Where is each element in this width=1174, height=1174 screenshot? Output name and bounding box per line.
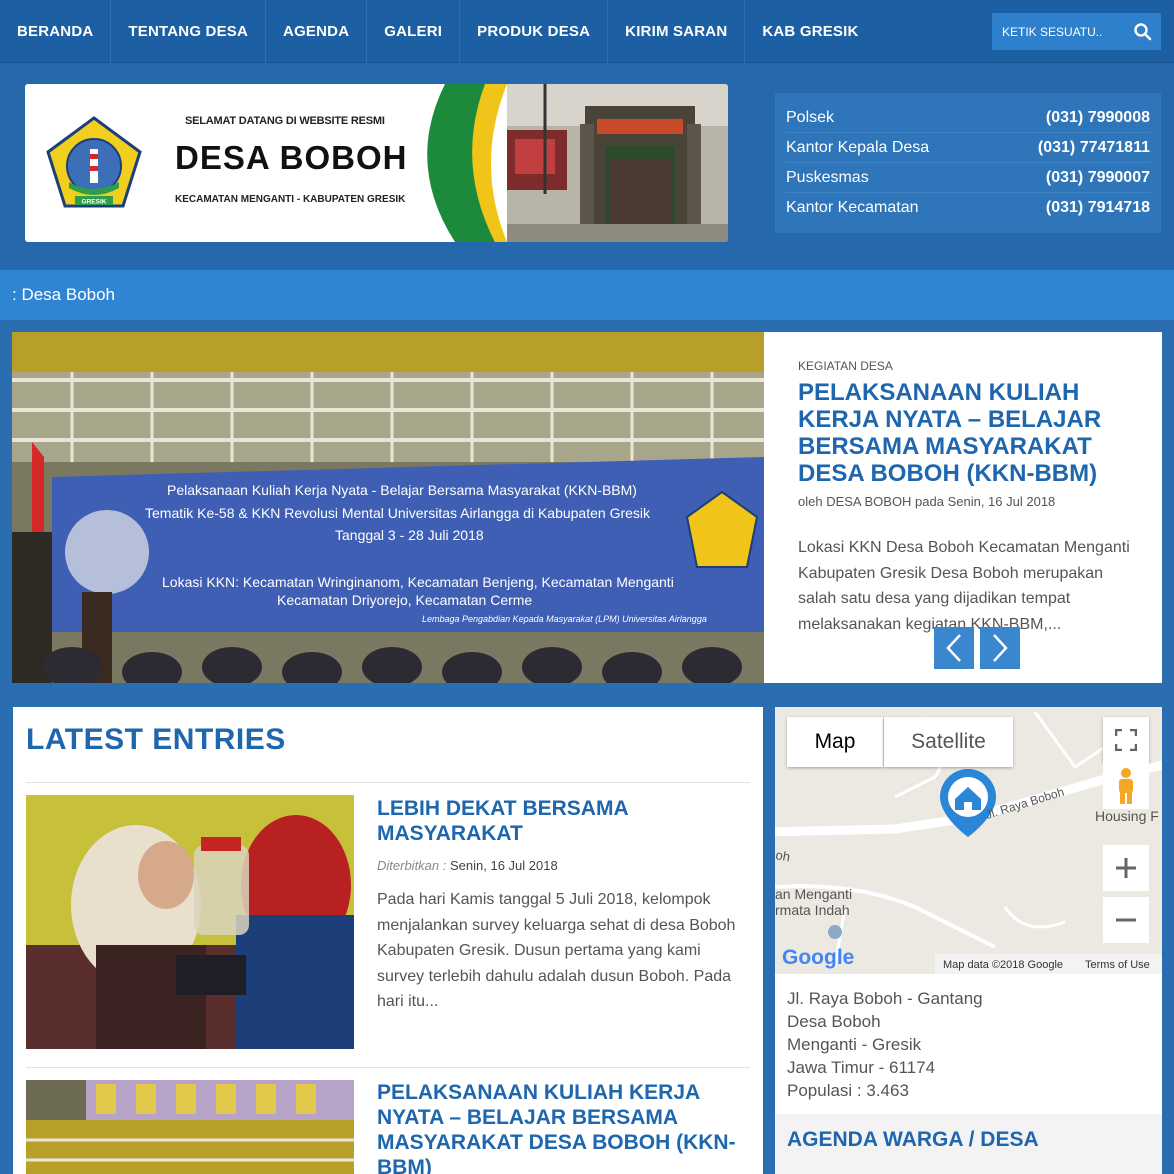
map-place-label: Housing F [1095,808,1159,824]
address-line: Jawa Timur - 61174 [787,1058,936,1077]
contact-phone[interactable]: (031) 77471811 [1038,139,1150,157]
gresik-logo: GRESIK [46,116,142,208]
search-input[interactable] [1002,24,1127,39]
entry-excerpt: Pada hari Kamis tanggal 5 Juli 2018, kel… [377,891,736,1010]
nav-item-agenda[interactable]: AGENDA [266,0,368,63]
contact-phone[interactable]: (031) 7990008 [1046,109,1150,127]
pegman-button[interactable] [1103,763,1149,809]
slide-banner-line: Pelaksanaan Kuliah Kerja Nyata - Belajar… [167,482,637,498]
minus-icon [1116,918,1136,922]
nav-item-kab-gresik[interactable]: KAB GRESIK [745,0,875,63]
slide-banner-line: Kecamatan Driyorejo, Kecamatan Cerme [277,592,532,608]
slide-meta: oleh DESA BOBOH pada Senin, 16 Jul 2018 [798,494,1056,509]
slide-image[interactable]: Pelaksanaan Kuliah Kerja Nyata - Belajar… [12,332,764,683]
map-place-label: oh [775,847,791,864]
fullscreen-icon [1115,729,1137,751]
contact-row: Kantor Kepala Desa (031) 77471811 [786,133,1150,163]
map-place-label: an Menganti [775,886,852,902]
map-terms-link[interactable]: Terms of Use [1085,959,1150,971]
agenda-heading[interactable]: AGENDA WARGA / DESA [787,1128,1039,1151]
slide-category[interactable]: KEGIATAN DESA [798,359,893,373]
agenda-widget: AGENDA WARGA / DESA [775,1114,1162,1174]
map-type-satellite-label: Satellite [911,730,986,753]
entry-image[interactable] [26,795,354,1049]
search-box [992,13,1161,50]
chevron-left-icon [946,634,961,662]
contact-phone[interactable]: (031) 7990007 [1046,169,1150,187]
slide-banner-line: Tematik Ke-58 & KKN Revolusi Mental Univ… [145,505,651,521]
banner-welcome: SELAMAT DATANG DI WEBSITE RESMI [185,115,385,127]
entry-title[interactable]: LEBIH DEKAT BERSAMA MASYARAKAT [377,796,737,846]
slide-excerpt: Lokasi KKN Desa Boboh Kecamatan Menganti… [798,539,1130,633]
site-banner[interactable]: GRESIK SELAMAT DATANG DI WEBSITE RESMI D… [25,84,728,242]
map-type-map-label: Map [814,730,856,753]
plus-icon [1116,858,1136,878]
slider-next-button[interactable] [980,627,1020,669]
entry-meta-date: Senin, 16 Jul 2018 [450,858,558,873]
contact-list: Polsek (031) 7990008 Kantor Kepala Desa (0… [775,93,1161,233]
chevron-right-icon [993,634,1008,662]
nav-item-beranda[interactable]: BERANDA [0,0,112,63]
zoom-out-button[interactable] [1103,897,1149,943]
contact-row: Puskesmas (031) 7990007 [786,163,1150,193]
latest-entries: LATEST ENTRIES LEBIH DEKAT BERSAMA MASYA… [13,707,763,1174]
top-navigation: BERANDA TENTANG DESA AGENDA GALERI PRODU… [0,0,1174,63]
contact-row: Polsek (031) 7990008 [786,103,1150,133]
map-type-satellite-button[interactable]: Satellite [884,717,1013,767]
featured-slider: Pelaksanaan Kuliah Kerja Nyata - Belajar… [12,332,1162,683]
slide-title[interactable]: PELAKSANAAN KULIAH KERJA NYATA – BELAJAR… [798,379,1118,487]
zoom-in-button[interactable] [1103,845,1149,891]
slide-banner-line: Lokasi KKN: Kecamatan Wringinanom, Kecam… [162,574,674,590]
entry-title[interactable]: PELAKSANAAN KULIAH KERJA NYATA – BELAJAR… [377,1080,737,1174]
banner-subtitle: KECAMATAN MENGANTI - KABUPATEN GRESIK [175,194,406,205]
latest-entries-heading: LATEST ENTRIES [26,723,286,756]
nav-item-kirim-saran[interactable]: KIRIM SARAN [608,0,746,63]
pegman-icon [1119,768,1133,804]
banner-village-name: DESA BOBOH [175,139,408,176]
entry-image[interactable] [26,1080,354,1174]
banner-gate-photo [415,84,728,242]
map-place-label: rmata Indah [775,902,850,918]
fullscreen-button[interactable] [1103,717,1149,763]
search-icon[interactable] [1133,22,1153,42]
divider [26,1067,750,1068]
google-logo: Google [782,946,854,969]
contact-row: Kantor Kecamatan (031) 7914718 [786,193,1150,223]
contact-label: Polsek [786,108,835,126]
map-type-map-button[interactable]: Map [787,717,883,767]
contact-label: Puskesmas [786,168,869,186]
nav-item-galeri[interactable]: GALERI [367,0,461,63]
divider [26,782,750,783]
sidebar: Jl. Raya Boboh oh an Menganti rmata Inda… [775,707,1162,1174]
population-line: Populasi : 3.463 [787,1081,909,1100]
nav-item-produk-desa[interactable]: PRODUK DESA [460,0,609,63]
news-ticker[interactable]: : Desa Boboh [0,270,1174,320]
contact-phone[interactable]: (031) 7914718 [1046,199,1150,217]
entry-meta-label: Diterbitkan : [377,858,447,873]
nav-item-tentang-desa[interactable]: TENTANG DESA [111,0,267,63]
logo-text: GRESIK [82,199,107,206]
ticker-text: : Desa Boboh [12,285,116,304]
contact-label: Kantor Kepala Desa [786,138,930,156]
address-line: Desa Boboh [787,1012,881,1031]
slide-banner-line: Tanggal 3 - 28 Juli 2018 [335,527,484,543]
village-address: Jl. Raya Boboh - Gantang Desa Boboh Meng… [787,987,983,1102]
slide-banner-line: Lembaga Pengabdian Kepada Masyarakat (LP… [422,614,707,624]
slider-prev-button[interactable] [934,627,974,669]
google-map[interactable]: Jl. Raya Boboh oh an Menganti rmata Inda… [775,707,1162,974]
site-header: GRESIK SELAMAT DATANG DI WEBSITE RESMI D… [0,63,1174,269]
address-line: Jl. Raya Boboh - Gantang [787,989,983,1008]
address-line: Menganti - Gresik [787,1035,922,1054]
contact-label: Kantor Kecamatan [786,199,919,216]
entry-meta: Diterbitkan : Senin, 16 Jul 2018 [377,858,558,873]
map-attribution: Map data ©2018 Google [943,959,1063,971]
